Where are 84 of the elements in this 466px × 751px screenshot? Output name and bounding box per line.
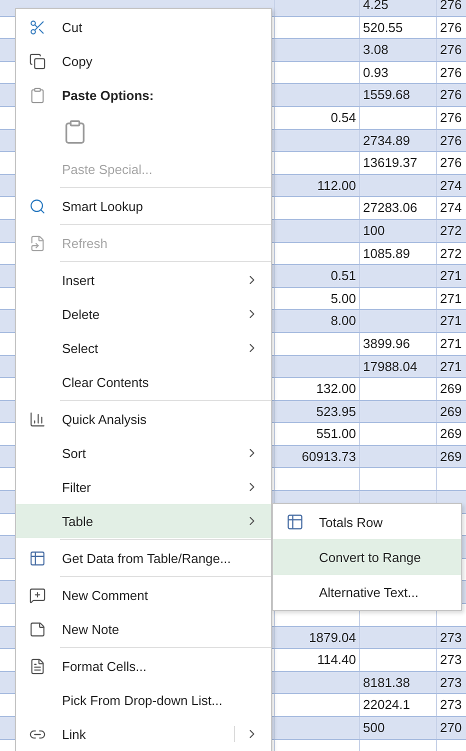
- menu-item[interactable]: Copy: [16, 44, 271, 78]
- scissors-icon: [29, 18, 46, 36]
- menu-item[interactable]: Smart Lookup: [16, 189, 271, 223]
- table-cell: 273: [440, 697, 462, 712]
- note-icon: [29, 620, 46, 638]
- table-cell: 273: [440, 630, 462, 645]
- table-cell: 0.93: [363, 64, 388, 80]
- menu-item[interactable]: Cut: [16, 10, 271, 44]
- table-cell: 17988.04: [363, 358, 418, 374]
- table-cell: 13619.37: [363, 155, 418, 170]
- table-cell: 269: [440, 426, 462, 442]
- table-cell: 3.08: [363, 42, 388, 58]
- menu-item[interactable]: Convert to Range: [273, 539, 461, 575]
- search-icon: [29, 198, 46, 214]
- table-cell: 273: [440, 674, 462, 690]
- table-cell: 271: [440, 358, 462, 374]
- comment-icon: [29, 586, 46, 604]
- table-cell: 276: [440, 0, 462, 12]
- menu-section-header: Paste Options:: [62, 88, 155, 102]
- table-cell: 276: [440, 110, 462, 125]
- table-cell: 1879.04: [309, 630, 356, 645]
- menu-item[interactable]: Alternative Text...: [273, 575, 461, 609]
- table-cell: 274: [440, 200, 462, 216]
- menu-item[interactable]: Quick Analysis: [16, 402, 271, 436]
- table-cell: 276: [440, 87, 462, 102]
- table-cell: 1559.68: [363, 87, 410, 102]
- table-cell: 2734.89: [363, 132, 410, 148]
- table-cell: 60913.73: [302, 448, 356, 464]
- table-cell: 4.25: [363, 0, 388, 12]
- table-cell: 8181.38: [363, 674, 410, 690]
- table-cell: 272: [440, 246, 462, 261]
- table-cell: 1085.89: [363, 246, 410, 261]
- table-cell: 551.00: [316, 426, 356, 442]
- menu-item[interactable]: Pick From Drop-down List...: [16, 683, 271, 717]
- menu-item[interactable]: Select: [16, 331, 271, 365]
- table-cell: 22024.1: [363, 697, 410, 712]
- menu-item[interactable]: Totals Row: [273, 505, 461, 539]
- table-cell: 276: [440, 64, 462, 80]
- table-cell: 500: [363, 720, 385, 735]
- document-refresh-icon: [29, 234, 46, 252]
- table-cell: 269: [440, 404, 462, 419]
- table-cell: 274: [440, 178, 462, 193]
- table-cell: 272: [440, 222, 462, 238]
- table-cell: 112.00: [317, 178, 356, 193]
- table-cell: 271: [440, 290, 462, 306]
- table-cell: 276: [440, 20, 462, 35]
- menu-item[interactable]: New Note: [16, 612, 271, 646]
- table-cell: 0.51: [330, 268, 356, 284]
- menu-item[interactable]: Clear Contents: [16, 365, 271, 399]
- menu-item[interactable]: Table: [16, 504, 271, 538]
- menu-item[interactable]: Delete: [16, 297, 271, 331]
- table-cell: 269: [440, 381, 462, 396]
- table-cell: 273: [440, 652, 462, 668]
- table-cell: 276: [440, 155, 462, 170]
- table-cell: 276: [440, 42, 462, 58]
- table-cell: 271: [440, 313, 462, 328]
- quick-analysis-icon: [29, 410, 46, 428]
- document-icon: [29, 658, 46, 674]
- table-cell: 100: [363, 222, 385, 238]
- menu-item[interactable]: New Comment: [16, 578, 271, 612]
- copy-icon: [29, 52, 46, 70]
- menu-item[interactable]: Insert: [16, 263, 271, 297]
- table-icon: [29, 550, 46, 566]
- clipboard-icon: [29, 86, 46, 104]
- table-cell: 8.00: [330, 313, 356, 328]
- table-cell: 0.54: [330, 110, 356, 125]
- table-cell: 114.40: [317, 652, 356, 668]
- table-cell: 269: [440, 448, 462, 464]
- table-cell: 3899.96: [363, 336, 410, 351]
- table-cell: 27283.06: [363, 200, 418, 216]
- table-cell: 276: [440, 132, 462, 148]
- table-cell: 520.55: [363, 20, 403, 35]
- table-icon: [286, 513, 304, 531]
- menu-item[interactable]: Sort: [16, 436, 271, 470]
- menu-item[interactable]: Format Cells...: [16, 649, 271, 683]
- table-cell: 271: [440, 336, 462, 351]
- table-cell: 132.00: [316, 381, 356, 396]
- table-cell: 271: [440, 268, 462, 284]
- menu-item[interactable]: Link: [16, 717, 271, 751]
- menu-item[interactable]: Get Data from Table/Range...: [16, 541, 271, 575]
- menu-item[interactable]: Filter: [16, 470, 271, 504]
- table-cell: 270: [440, 720, 462, 735]
- table-cell: 5.00: [330, 290, 356, 306]
- table-cell: 523.95: [316, 404, 356, 419]
